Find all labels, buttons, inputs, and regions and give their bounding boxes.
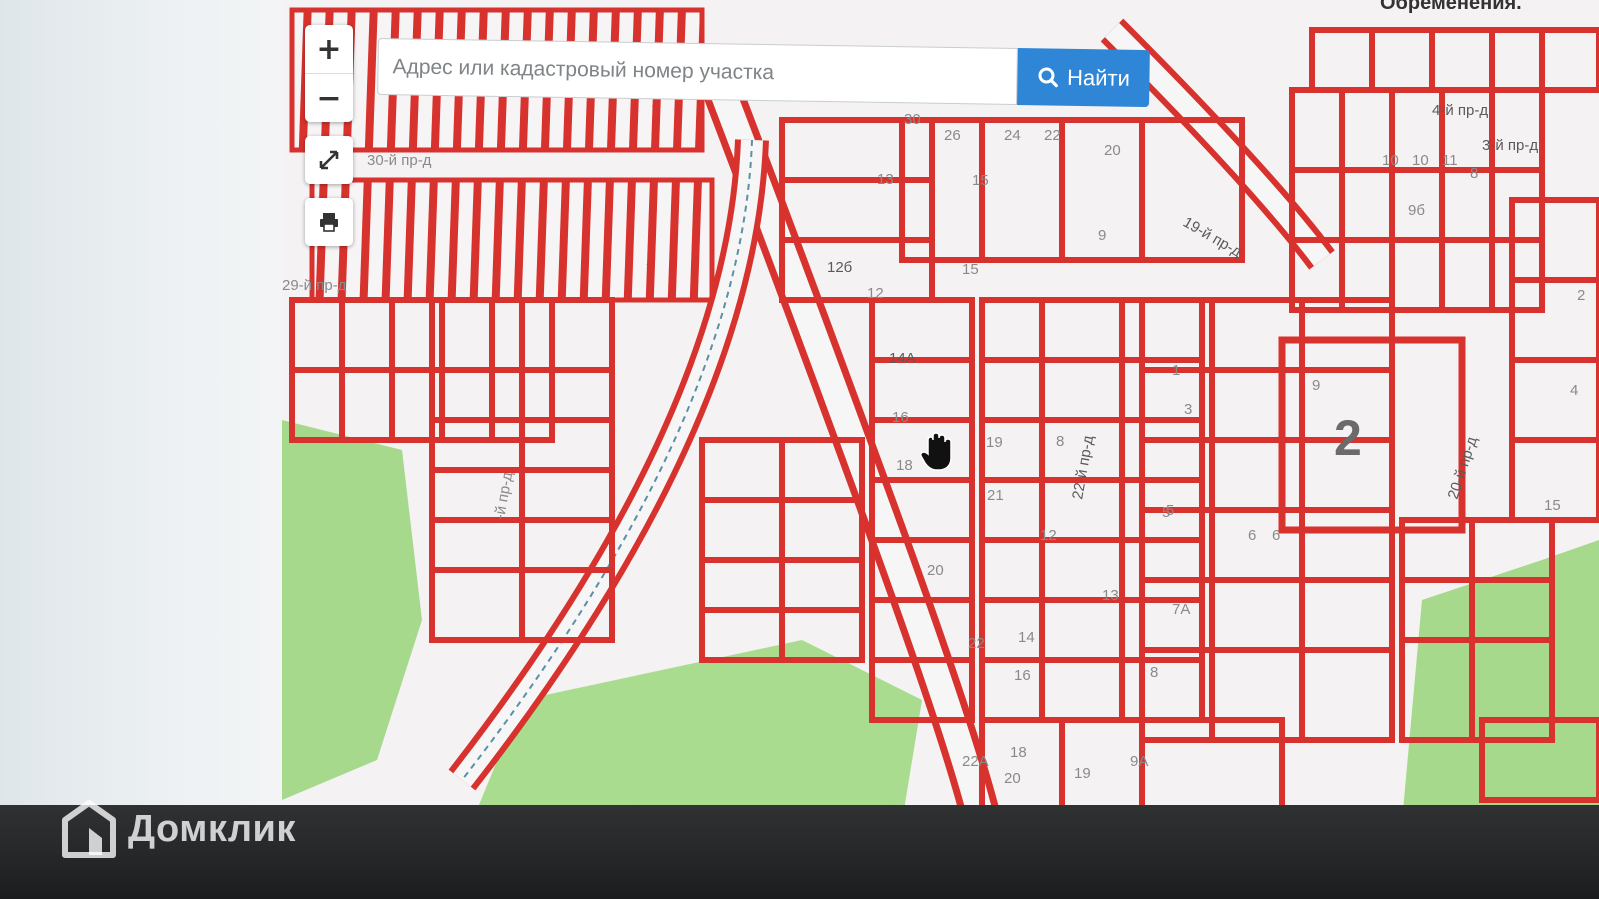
left-blurred-area <box>0 0 290 805</box>
parcel-number: 5 <box>1162 504 1170 521</box>
parcel-number: 11 <box>1442 152 1458 169</box>
parcel-number: 6 <box>1272 527 1280 544</box>
parcel-number: 16 <box>1014 667 1031 684</box>
parcel-number: 24 <box>1004 127 1021 144</box>
zoom-in-button[interactable]: + <box>305 25 353 74</box>
big-parcel-number: 2 <box>1334 410 1362 466</box>
brand-text: Домклик <box>128 807 296 850</box>
parcel-number: 12б <box>827 259 852 276</box>
parcel-number: 15 <box>962 261 979 278</box>
parcel-number: 9 <box>1098 227 1106 244</box>
parcel-number: 22 <box>968 635 985 652</box>
parcel-number: 19 <box>986 434 1003 451</box>
parcel-number: 8 <box>1056 433 1064 450</box>
street-label: 29-й пр-д <box>282 277 347 294</box>
zoom-group: + − <box>305 25 353 122</box>
zoom-out-button[interactable]: − <box>305 74 353 122</box>
search-icon <box>1038 66 1058 87</box>
search-button-label: Найти <box>1066 64 1131 91</box>
parcel-number: 22А <box>962 753 989 770</box>
parcel-number: 15 <box>1544 497 1561 514</box>
parcel-number: 22 <box>1044 127 1061 144</box>
parcel-number: 10 <box>1382 152 1399 169</box>
parcel-number: 13 <box>877 171 894 188</box>
map-canvas[interactable]: 4-й пр-д 3-й пр-д 19-й пр-д 22-й пр-д 20… <box>282 0 1599 822</box>
street-label: 22-й пр-д <box>1069 434 1097 501</box>
parcel-number: 20 <box>1004 770 1021 787</box>
street-label: -й пр-д <box>491 470 516 520</box>
search-button[interactable]: Найти <box>1017 48 1150 108</box>
parcel-number: 8 <box>1150 664 1158 681</box>
parcel-number: 1 <box>1172 362 1180 379</box>
parcel-number: 18 <box>1010 744 1027 761</box>
print-button[interactable] <box>305 198 353 246</box>
parcel-number: 20 <box>927 562 944 579</box>
domclick-watermark: Домклик <box>62 800 296 858</box>
search-bar: Найти <box>377 38 1150 108</box>
street-label: 4-й пр-д <box>1432 102 1488 119</box>
fullscreen-button[interactable] <box>305 136 353 184</box>
parcel-number: 13 <box>1102 587 1119 604</box>
parcel-number: 12 <box>1040 527 1057 544</box>
parcel-number: 8 <box>1470 165 1478 182</box>
parcel-number: 9б <box>1408 202 1425 219</box>
parcel-number: 21 <box>987 487 1004 504</box>
parcel-number: 19 <box>1074 765 1091 782</box>
parcel-number: 12 <box>867 285 884 302</box>
parcel-number: 9 <box>1312 377 1320 394</box>
parcel-number: 6 <box>1248 527 1256 544</box>
parcel-number: 15 <box>972 172 989 189</box>
street-label: 19-й пр-д <box>1180 214 1245 261</box>
print-icon <box>320 213 338 232</box>
street-label: 20-й пр-д <box>1445 434 1481 501</box>
striped-parcels-mid <box>309 177 715 303</box>
parcel-number: 20 <box>1104 142 1121 159</box>
header-partial-text: Обременения. <box>1380 0 1522 14</box>
green-area-left <box>282 420 422 800</box>
hand-cursor-icon <box>920 432 952 471</box>
street-label: 30-й пр-д <box>367 152 432 169</box>
fullscreen-group <box>305 136 353 184</box>
parcel-number: 9А <box>1130 753 1148 770</box>
expand-icon <box>319 150 339 170</box>
parcel-number: 18 <box>896 457 913 474</box>
map-controls: + − <box>305 25 353 260</box>
print-group <box>305 198 353 246</box>
parcel-number: 10 <box>1412 152 1429 169</box>
cadastral-map[interactable]: 4-й пр-д 3-й пр-д 19-й пр-д 22-й пр-д 20… <box>282 0 1599 822</box>
parcel-number: 30 <box>904 111 921 128</box>
parcel-number: 26 <box>944 127 961 144</box>
parcel-number: 14 <box>1018 629 1035 646</box>
parcel-number: 2 <box>1577 287 1585 304</box>
parcel-number: 3 <box>1184 401 1192 418</box>
parcel-number: 4 <box>1570 382 1578 399</box>
house-logo-icon <box>62 800 116 858</box>
search-input[interactable] <box>377 38 1018 106</box>
parcel-number: 16 <box>892 409 909 426</box>
street-label: 3-й пр-д <box>1482 137 1538 154</box>
parcel-number: 14А <box>889 350 916 367</box>
parcel-number: 7А <box>1172 601 1190 618</box>
